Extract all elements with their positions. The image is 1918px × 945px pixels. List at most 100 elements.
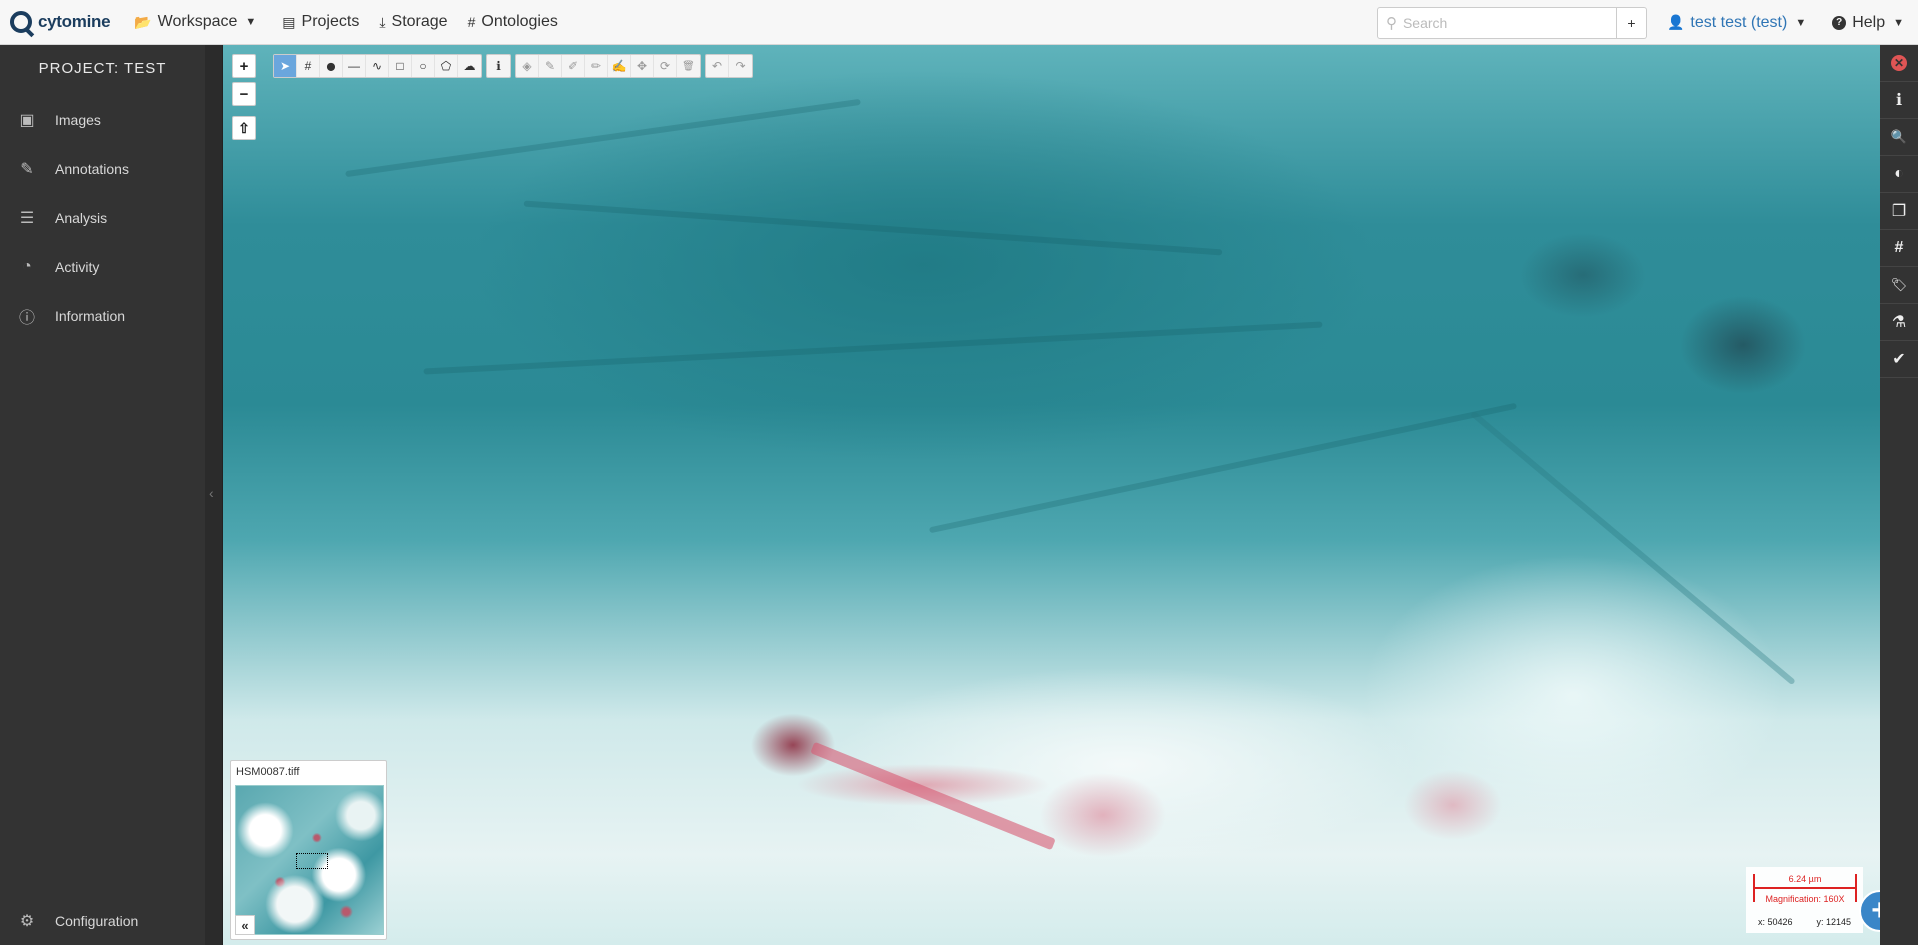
sidebar-item-images[interactable]: ▣ Images bbox=[0, 95, 205, 144]
hashtag-icon: # bbox=[467, 14, 476, 30]
close-viewer-button[interactable]: ✕ bbox=[1880, 45, 1918, 82]
hashtag-tool-button[interactable]: # bbox=[297, 55, 320, 77]
search-add-button[interactable]: + bbox=[1616, 6, 1647, 39]
question-circle-icon: ? bbox=[1832, 15, 1847, 30]
reset-rotation-button[interactable]: ⇧ bbox=[232, 116, 256, 140]
overview-map-panel: HSM0087.tiff « bbox=[230, 760, 387, 940]
modify-tool-button[interactable]: ✍ bbox=[608, 55, 631, 77]
search-icon: 🔍 bbox=[1890, 129, 1908, 144]
undo-button[interactable]: ↶ bbox=[706, 55, 729, 77]
sidebar-item-label: Annotations bbox=[55, 160, 129, 177]
cursor-x: x: 50426 bbox=[1757, 917, 1793, 927]
line-tool-button[interactable]: — bbox=[343, 55, 366, 77]
polygon-tool-button[interactable]: ⬠ bbox=[435, 55, 458, 77]
tissue-texture bbox=[810, 741, 1056, 851]
tissue-texture bbox=[423, 321, 1323, 375]
zoom-in-button[interactable]: + bbox=[232, 54, 256, 78]
sidebar-item-analysis[interactable]: ☰ Analysis bbox=[0, 193, 205, 242]
layers-panel-button[interactable]: ❐ bbox=[1880, 193, 1918, 230]
search-box: ⚲ bbox=[1376, 6, 1617, 39]
correct-add-tool-button[interactable]: ✐ bbox=[562, 55, 585, 77]
circle-tool-button[interactable]: ○ bbox=[412, 55, 435, 77]
sidebar-item-activity[interactable]: ◔ Activity bbox=[0, 242, 205, 291]
chevron-down-icon: ▼ bbox=[1893, 16, 1904, 29]
rotate-tool-button[interactable]: ⟳ bbox=[654, 55, 677, 77]
scale-line-panel: 6.24 µm Magnification: 160X x: 50426 y: … bbox=[1746, 867, 1863, 933]
edit-tools-group: ◈ ✎ ✐ ✏ ✍ ✥ ⟳ 🗑 bbox=[515, 54, 701, 78]
brand[interactable]: cytomine bbox=[10, 0, 111, 45]
scale-length: 6.24 µm bbox=[1788, 874, 1822, 884]
sidebar-item-label: Information bbox=[55, 307, 126, 324]
zoom-out-button[interactable]: − bbox=[232, 82, 256, 106]
sidebar-item-annotations[interactable]: ✎ Annotations bbox=[0, 144, 205, 193]
move-tool-button[interactable]: ✥ bbox=[631, 55, 654, 77]
info-circle-icon: ⓘ bbox=[18, 309, 35, 327]
cursor-y: y: 12145 bbox=[1816, 917, 1852, 927]
redo-button[interactable]: ↷ bbox=[729, 55, 752, 77]
sidebar-item-label: Activity bbox=[55, 258, 100, 275]
tachometer-icon: ◔ bbox=[22, 257, 32, 275]
nav-ontologies[interactable]: # Ontologies bbox=[468, 0, 558, 45]
sidebar-item-label: Analysis bbox=[55, 209, 108, 226]
digital-zoom-panel-button[interactable]: ⚗ bbox=[1880, 304, 1918, 341]
ontology-panel-button[interactable]: # bbox=[1880, 230, 1918, 267]
properties-panel-button[interactable]: 🏷 bbox=[1880, 267, 1918, 304]
chevron-down-icon: ▼ bbox=[1795, 16, 1807, 29]
nav-storage[interactable]: ⤓ Storage bbox=[379, 0, 447, 45]
overview-map[interactable] bbox=[235, 785, 384, 935]
info-tools-group: ℹ bbox=[486, 54, 511, 78]
sidebar-item-information[interactable]: ⓘ Information bbox=[0, 291, 205, 340]
images-icon: ▣ bbox=[19, 111, 35, 129]
nav-projects[interactable]: ▤ Projects bbox=[282, 0, 359, 45]
sidebar-item-label: Configuration bbox=[55, 912, 139, 929]
freehand-line-tool-button[interactable]: ∿ bbox=[366, 55, 389, 77]
edit-tool-button[interactable]: ✎ bbox=[539, 55, 562, 77]
navbar-right: ⚲ + 👤 test test (test) ▼ ? Help ▼ bbox=[1376, 0, 1918, 45]
nav-storage-label: Storage bbox=[391, 13, 448, 30]
draw-toolbar: ➤ # ⬤ — ∿ □ ○ ⬠ ☁ ℹ ◈ ✎ ✐ ✏ ✍ ✥ ⟳ 🗑 ↶ ↷ bbox=[273, 54, 757, 78]
info-icon: ℹ bbox=[1895, 92, 1903, 109]
tissue-texture bbox=[1470, 410, 1796, 686]
chevron-left-icon: ‹ bbox=[209, 485, 214, 501]
search-panel-button[interactable]: 🔍 bbox=[1880, 119, 1918, 156]
point-tool-button[interactable]: ⬤ bbox=[320, 55, 343, 77]
select-tool-button[interactable]: ➤ bbox=[274, 55, 297, 77]
review-panel-button[interactable]: ✔ bbox=[1880, 341, 1918, 378]
sidebar-item-configuration[interactable]: ⚙ Configuration bbox=[0, 896, 205, 945]
info-tool-button[interactable]: ℹ bbox=[487, 55, 510, 77]
delete-tool-button[interactable]: 🗑 bbox=[677, 55, 700, 77]
draw-tools-group: ➤ # ⬤ — ∿ □ ○ ⬠ ☁ bbox=[273, 54, 482, 78]
scale-magnification: Magnification: 160X bbox=[1765, 894, 1845, 904]
overview-collapse-button[interactable]: « bbox=[235, 915, 255, 935]
search-input[interactable] bbox=[1402, 14, 1583, 31]
chevron-down-icon: ▼ bbox=[245, 16, 257, 28]
user-menu-label: test test (test) bbox=[1690, 13, 1788, 31]
image-viewer[interactable]: + − ⇧ ➤ # ⬤ — ∿ □ ○ ⬠ ☁ ℹ ◈ ✎ ✐ ✏ ✍ ✥ ⟳ … bbox=[223, 45, 1880, 945]
info-panel-button[interactable]: ℹ bbox=[1880, 82, 1918, 119]
tissue-texture bbox=[523, 200, 1223, 256]
help-menu-label: Help bbox=[1852, 13, 1886, 31]
overview-viewport-rect[interactable] bbox=[296, 853, 328, 869]
fill-tool-button[interactable]: ◈ bbox=[516, 55, 539, 77]
tissue-texture bbox=[928, 402, 1518, 534]
correct-remove-tool-button[interactable]: ✏ bbox=[585, 55, 608, 77]
sidebar-collapse-handle[interactable]: ‹ bbox=[205, 45, 223, 945]
overview-filename: HSM0087.tiff bbox=[236, 766, 300, 778]
rectangle-tool-button[interactable]: □ bbox=[389, 55, 412, 77]
zoom-controls: + − ⇧ bbox=[232, 54, 256, 140]
help-menu[interactable]: ? Help ▼ bbox=[1832, 14, 1904, 32]
check-circle-icon: ✔ bbox=[1892, 351, 1906, 368]
top-navbar: cytomine 📂 Workspace ▼ ▤ Projects ⤓ Stor… bbox=[0, 0, 1918, 45]
nav-workspace[interactable]: 📂 Workspace ▼ bbox=[134, 0, 256, 45]
cytomine-logo-icon bbox=[10, 11, 32, 33]
nav-ontologies-label: Ontologies bbox=[481, 13, 558, 30]
contrast-icon: ◐ bbox=[1894, 165, 1904, 182]
user-menu[interactable]: 👤 test test (test) ▼ bbox=[1667, 14, 1806, 32]
colors-panel-button[interactable]: ◐ bbox=[1880, 156, 1918, 193]
freehand-polygon-tool-button[interactable]: ☁ bbox=[458, 55, 481, 77]
tasks-icon: ☰ bbox=[19, 209, 35, 227]
project-sidebar: PROJECT: TEST ▣ Images ✎ Annotations ☰ A… bbox=[0, 45, 205, 945]
list-alt-icon: ▤ bbox=[282, 13, 296, 30]
hashtag-icon: # bbox=[1894, 239, 1904, 256]
nav-workspace-label: Workspace bbox=[157, 13, 238, 30]
